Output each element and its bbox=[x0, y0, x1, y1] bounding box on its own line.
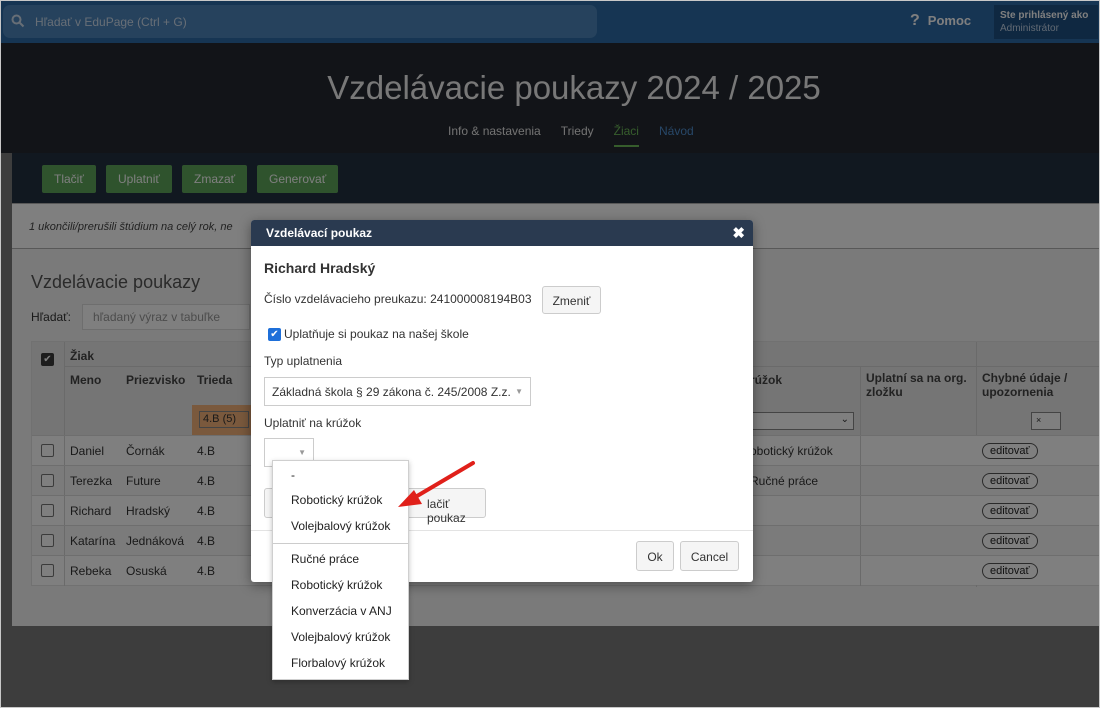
uses-voucher-label: Uplatňuje si poukaz na našej škole bbox=[284, 327, 469, 341]
club-label: Uplatniť na krúžok bbox=[264, 416, 362, 430]
dropdown-option[interactable]: Konverzácia v ANJ bbox=[291, 604, 392, 618]
change-button[interactable]: Zmeniť bbox=[542, 286, 601, 314]
card-number: Číslo vzdelávacieho preukazu: 2410000081… bbox=[264, 292, 532, 306]
chevron-down-icon: ▼ bbox=[298, 448, 306, 457]
dropdown-option[interactable]: Robotický krúžok bbox=[291, 578, 382, 592]
dropdown-option[interactable]: Volejbalový krúžok bbox=[291, 519, 390, 533]
dropdown-option[interactable]: Florbalový krúžok bbox=[291, 656, 385, 670]
close-icon[interactable]: ✖ bbox=[732, 224, 745, 242]
dropdown-divider bbox=[273, 543, 408, 544]
dropdown-option[interactable]: - bbox=[291, 468, 295, 482]
dialog-header: Vzdelávací poukaz ✖ bbox=[251, 220, 753, 246]
type-label: Typ uplatnenia bbox=[264, 354, 343, 368]
club-dropdown-list: - Robotický krúžok Volejbalový krúžok Ru… bbox=[272, 460, 409, 680]
cancel-button[interactable]: Cancel bbox=[680, 541, 739, 571]
dialog-title: Vzdelávací poukaz bbox=[266, 226, 373, 240]
type-select[interactable]: Základná škola § 29 zákona č. 245/2008 Z… bbox=[264, 377, 531, 406]
dropdown-option[interactable]: Robotický krúžok bbox=[291, 493, 382, 507]
ok-button[interactable]: Ok bbox=[636, 541, 674, 571]
uses-voucher-checkbox[interactable]: ✔ bbox=[268, 328, 281, 341]
dropdown-option[interactable]: Volejbalový krúžok bbox=[291, 630, 390, 644]
chevron-down-icon: ▼ bbox=[515, 387, 523, 396]
student-name: Richard Hradský bbox=[264, 260, 376, 276]
type-value: Základná škola § 29 zákona č. 245/2008 Z… bbox=[272, 385, 511, 399]
dropdown-option[interactable]: Ručné práce bbox=[291, 552, 359, 566]
